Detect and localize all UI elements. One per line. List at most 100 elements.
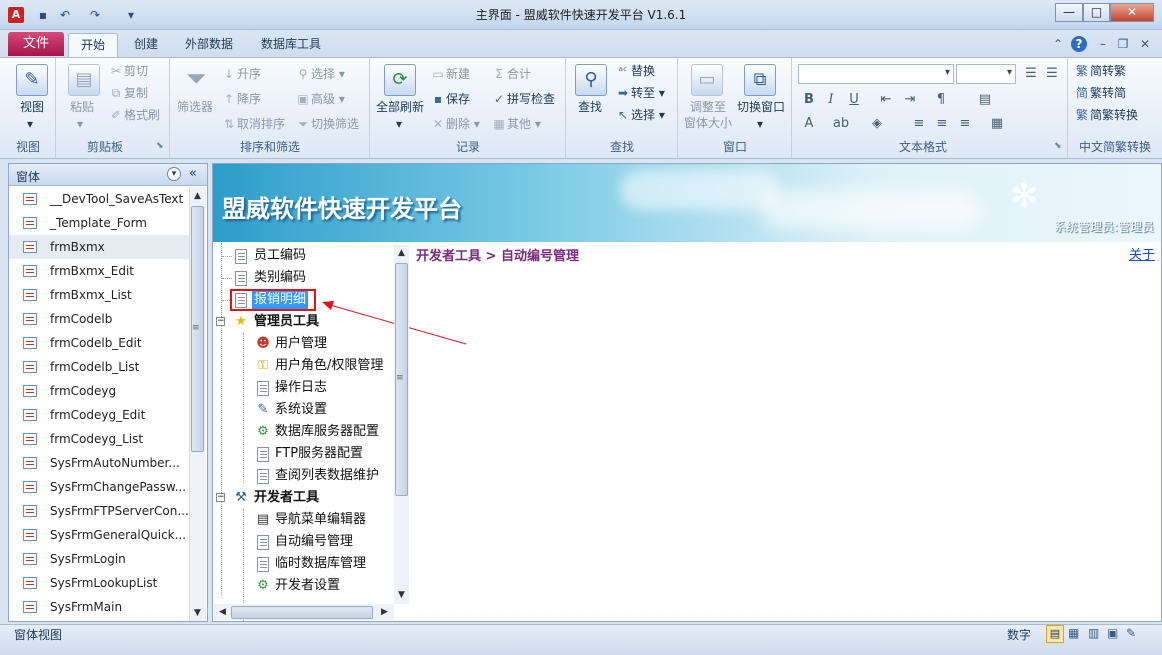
totals-button[interactable]: 合计	[507, 67, 531, 81]
save-record-button[interactable]: 保存	[446, 92, 470, 106]
close-button[interactable]: ✕	[1110, 3, 1154, 22]
paragraph-direction-icon[interactable]: ¶	[932, 91, 950, 109]
view-dropdown-icon[interactable]: ▾	[27, 116, 33, 132]
fill-color-icon[interactable]: ◈	[868, 115, 886, 133]
tree-scroll-right-icon[interactable]: ▶	[377, 605, 392, 620]
nav-scroll-down-icon[interactable]: ▼	[190, 606, 205, 621]
tree-scroll-left-icon[interactable]: ◀	[215, 605, 230, 620]
alternate-row-color-icon[interactable]: ▦	[988, 115, 1006, 133]
select-button[interactable]: 选择	[631, 108, 655, 122]
align-right-icon[interactable]: ≡	[956, 115, 974, 133]
spelling-button[interactable]: 拼写检查	[507, 92, 555, 106]
nav-item[interactable]: frmBxmx	[9, 235, 189, 259]
nav-item[interactable]: frmCodeyg_List	[9, 427, 189, 451]
numbering-icon[interactable]: ☰	[1022, 65, 1040, 83]
filter-button[interactable]: 筛选器	[177, 99, 213, 115]
collapse-icon[interactable]: −	[216, 493, 225, 502]
advanced-filter-button[interactable]: 高级	[311, 92, 335, 106]
layout-view-icon[interactable]: ▣	[1107, 626, 1118, 640]
pivot-table-view-icon[interactable]: ▥	[1088, 626, 1099, 640]
tab-external-data[interactable]: 外部数据	[176, 33, 242, 58]
align-center-icon[interactable]: ≡	[933, 115, 951, 133]
refresh-dropdown-icon[interactable]: ▾	[396, 116, 402, 132]
bullets-icon[interactable]: ☰	[1043, 65, 1061, 83]
about-link[interactable]: 关于	[1129, 244, 1155, 263]
maximize-button[interactable]: □	[1083, 3, 1110, 22]
increase-indent-icon[interactable]: ⇥	[901, 91, 919, 109]
switch-windows-button[interactable]: 切换窗口	[737, 99, 785, 115]
nav-item[interactable]: frmCodelb_Edit	[9, 331, 189, 355]
gridlines-icon[interactable]: ▤	[976, 91, 994, 109]
copy-button[interactable]: 复制	[124, 86, 148, 100]
nav-item[interactable]: SysFrmAutoNumber...	[9, 451, 189, 475]
highlight-color-icon[interactable]: ab	[832, 115, 850, 133]
to-traditional-button[interactable]: 简转繁	[1090, 64, 1126, 78]
font-color-icon[interactable]: A	[800, 115, 818, 133]
more-button[interactable]: 其他	[507, 117, 531, 131]
doc-minimize-icon[interactable]: –	[1095, 36, 1111, 52]
sort-ascending-button[interactable]: 升序	[237, 67, 261, 81]
nav-item[interactable]: SysFrmLogin	[9, 547, 189, 571]
italic-icon[interactable]: I	[822, 91, 840, 109]
align-left-icon[interactable]: ≡	[910, 115, 928, 133]
text-format-launcher-icon[interactable]: ⬊	[1054, 141, 1062, 151]
view-button[interactable]: 视图	[18, 99, 46, 115]
size-to-fit-button[interactable]: 调整至 窗体大小	[684, 99, 732, 131]
new-record-button[interactable]: 新建	[446, 67, 470, 81]
nav-scroll-up-icon[interactable]: ▲	[190, 189, 205, 204]
paste-button[interactable]: 粘贴	[70, 99, 94, 115]
nav-item[interactable]: __DevTool_SaveAsText	[9, 187, 189, 211]
form-view-icon[interactable]: ▤	[1046, 625, 1064, 643]
delete-button[interactable]: 删除	[446, 117, 470, 131]
collapse-icon[interactable]: −	[216, 317, 225, 326]
nav-item[interactable]: frmCodeyg_Edit	[9, 403, 189, 427]
nav-item[interactable]: frmCodeyg	[9, 379, 189, 403]
refresh-all-button[interactable]: 全部刷新	[376, 99, 424, 115]
nav-item[interactable]: SysFrmChangePassw...	[9, 475, 189, 499]
nav-item[interactable]: SysFrmLookupList	[9, 571, 189, 595]
nav-item[interactable]: SysFrmFTPServerCon...	[9, 499, 189, 523]
nav-item[interactable]: frmCodelb	[9, 307, 189, 331]
clear-sort-button[interactable]: 取消排序	[237, 117, 285, 131]
font-size-combo[interactable]	[956, 64, 1016, 84]
nav-pane-menu-icon[interactable]: ▾	[167, 167, 181, 181]
shutter-bar-close-icon[interactable]: «	[189, 166, 197, 181]
minimize-button[interactable]: —	[1055, 3, 1083, 22]
nav-item[interactable]: frmCodelb_List	[9, 355, 189, 379]
toggle-filter-button[interactable]: 切换筛选	[311, 117, 359, 131]
doc-restore-icon[interactable]: ❐	[1115, 36, 1131, 52]
tree-hscroll-thumb[interactable]	[231, 606, 373, 619]
format-painter-button[interactable]: 格式刷	[124, 108, 160, 122]
nav-item[interactable]: SysFrmMain	[9, 595, 189, 619]
decrease-indent-icon[interactable]: ⇤	[877, 91, 895, 109]
underline-icon[interactable]: U	[845, 91, 863, 109]
tab-home[interactable]: 开始	[68, 33, 118, 58]
clipboard-launcher-icon[interactable]: ⬊	[156, 141, 164, 151]
tab-database-tools[interactable]: 数据库工具	[252, 33, 330, 58]
design-view-icon[interactable]: ✎	[1126, 626, 1136, 640]
tree-scroll-down-icon[interactable]: ▼	[394, 588, 409, 603]
nav-item[interactable]: _Template_Form	[9, 211, 189, 235]
doc-close-icon[interactable]: ✕	[1137, 36, 1153, 52]
datasheet-view-icon[interactable]: ▦	[1068, 626, 1079, 640]
find-button[interactable]: 查找	[578, 99, 602, 115]
replace-button[interactable]: 替换	[631, 64, 655, 78]
nav-item[interactable]: frmBxmx_List	[9, 283, 189, 307]
cut-button[interactable]: 剪切	[124, 64, 148, 78]
help-icon[interactable]: ?	[1071, 36, 1087, 52]
sort-descending-button[interactable]: 降序	[237, 92, 261, 106]
tab-file[interactable]: 文件	[8, 32, 64, 56]
selection-filter-button[interactable]: 选择	[311, 67, 335, 81]
paste-dropdown-icon[interactable]: ▾	[77, 116, 83, 132]
nav-item[interactable]: SysFrmGeneralQuick...	[9, 523, 189, 547]
switch-windows-dropdown-icon[interactable]: ▾	[757, 116, 763, 132]
tree-scroll-up-icon[interactable]: ▲	[394, 246, 409, 261]
font-name-combo[interactable]	[798, 64, 954, 84]
bold-icon[interactable]: B	[800, 91, 818, 109]
tab-create[interactable]: 创建	[124, 33, 168, 58]
to-simplified-button[interactable]: 繁转简	[1090, 86, 1126, 100]
convert-button[interactable]: 简繁转换	[1090, 108, 1138, 122]
ribbon-collapse-icon[interactable]: ⌃	[1050, 36, 1066, 52]
nav-item[interactable]: frmBxmx_Edit	[9, 259, 189, 283]
goto-button[interactable]: 转至	[631, 86, 655, 100]
